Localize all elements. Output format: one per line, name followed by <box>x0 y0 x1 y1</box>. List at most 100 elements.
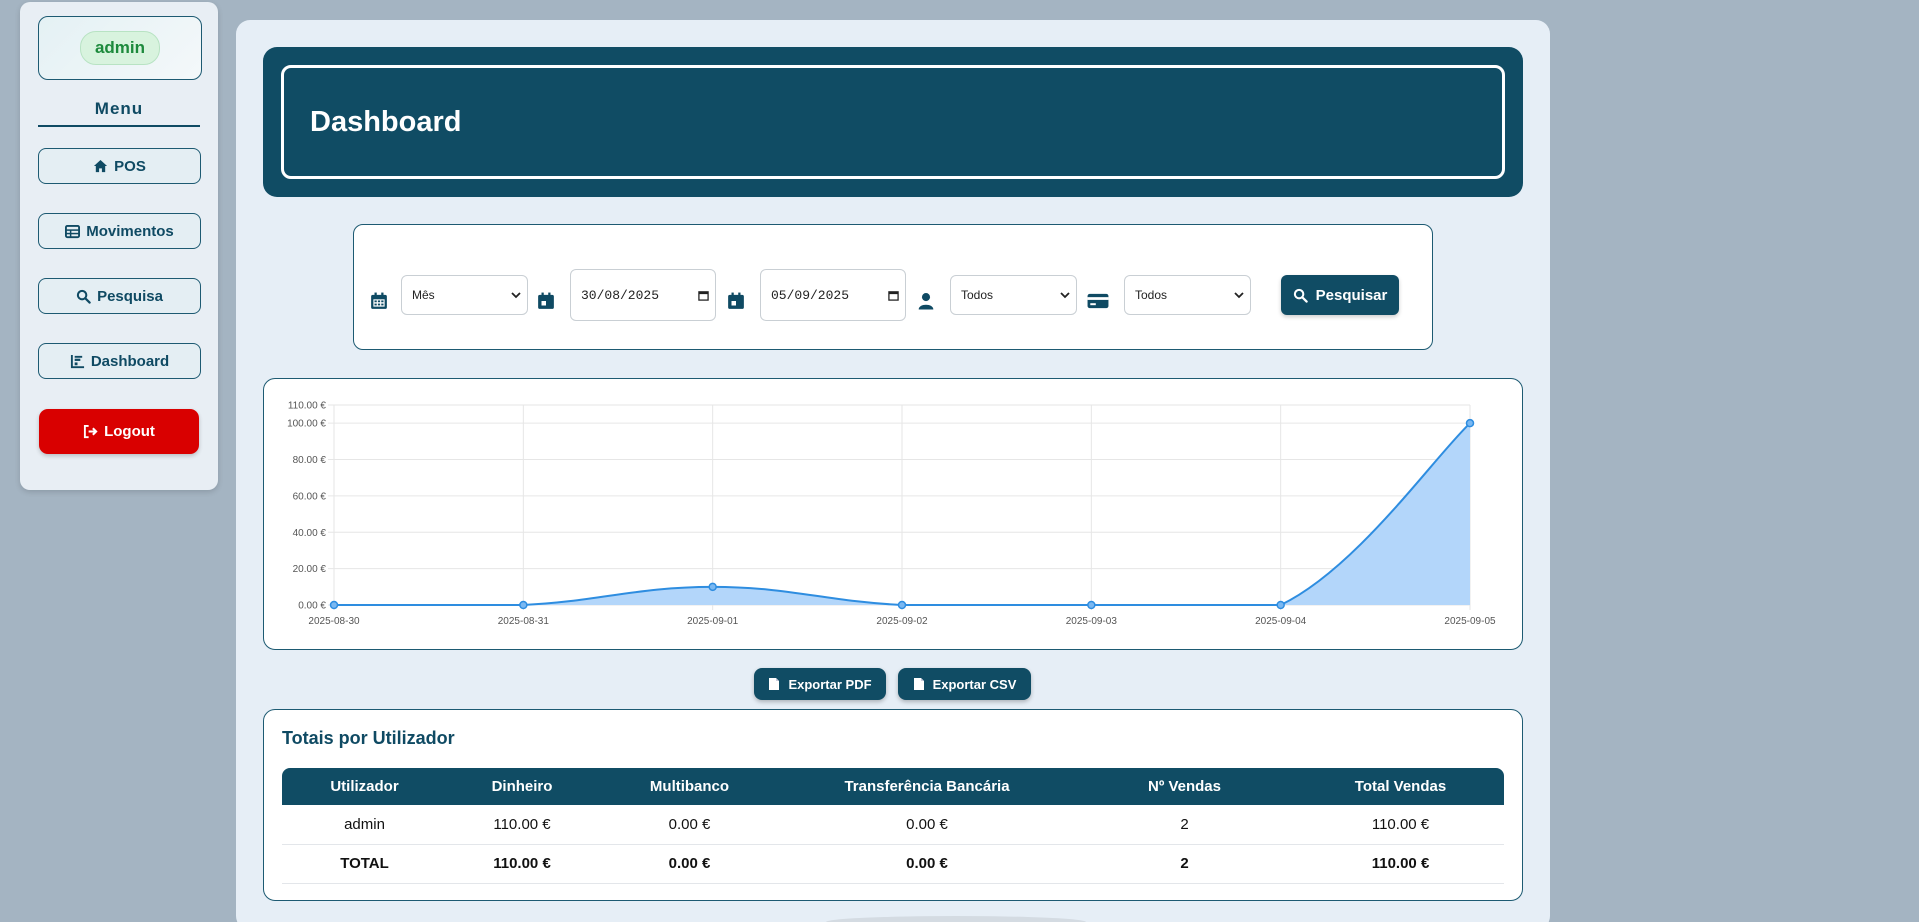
data-point <box>1276 600 1285 610</box>
export-csv-button[interactable]: Exportar CSV <box>898 668 1031 700</box>
sidebar-item-label: Dashboard <box>90 352 170 370</box>
payment-select-value: Todos <box>1135 288 1168 302</box>
y-tick-label: 40.00 € <box>293 528 327 539</box>
user-icon <box>918 293 934 310</box>
sidebar: admin Menu POS Movimentos Pesquisa Dashb… <box>20 2 218 490</box>
export-pdf-button[interactable]: Exportar PDF <box>754 668 886 700</box>
data-point <box>897 600 907 610</box>
pdf-file-icon <box>769 678 780 690</box>
calendar-picker-icon <box>698 290 709 301</box>
column-header: Transferência Bancária <box>782 768 1072 805</box>
data-point <box>708 582 717 592</box>
calendar-day-icon <box>538 292 554 309</box>
table-cell: 0.00 € <box>782 805 1072 845</box>
table-cell: admin <box>282 805 447 845</box>
search-button-label: Pesquisar <box>1315 286 1388 304</box>
data-point <box>329 600 339 610</box>
table-cell: TOTAL <box>282 844 447 884</box>
payment-select[interactable]: Todos <box>1124 275 1251 315</box>
filter-bar: Mês 30/08/2025 05/09/2025 Todos Todos Pe… <box>353 224 1433 350</box>
date-to-input[interactable]: 05/09/2025 <box>760 269 906 321</box>
calendar-icon <box>371 292 387 309</box>
table-row: admin 110.00 € 0.00 € 0.00 € 2 110.00 € <box>282 805 1504 845</box>
column-header: Utilizador <box>282 768 447 805</box>
table-cell: 0.00 € <box>597 844 782 884</box>
page-header: Dashboard <box>263 47 1523 197</box>
period-select[interactable]: Mês <box>401 275 528 315</box>
data-point <box>1465 418 1475 428</box>
footer-shadow <box>826 916 1086 922</box>
chart-icon <box>70 354 84 368</box>
sidebar-item-pesquisa[interactable]: Pesquisa <box>38 278 201 314</box>
chevron-down-icon <box>1234 292 1244 299</box>
page-title: Dashboard <box>310 105 462 138</box>
table-cell: 110.00 € <box>1297 805 1504 845</box>
table-cell: 110.00 € <box>447 805 597 845</box>
x-tick-label: 2025-08-31 <box>498 616 550 627</box>
sidebar-item-label: Movimentos <box>86 222 174 240</box>
y-tick-label: 100.00 € <box>287 419 326 430</box>
user-badge: admin <box>79 31 161 65</box>
csv-file-icon <box>913 678 924 690</box>
sidebar-item-pos[interactable]: POS <box>38 148 201 184</box>
logout-label: Logout <box>104 423 155 440</box>
logout-icon <box>84 424 98 439</box>
table-cell: 110.00 € <box>447 844 597 884</box>
chevron-down-icon <box>1060 292 1070 299</box>
sales-chart-svg: 110.00 € 100.00 € 80.00 € 60.00 € 40.00 € 20.… <box>287 401 1496 628</box>
total-row: TOTAL 110.00 € 0.00 € 0.00 € 2 110.00 € <box>282 844 1504 884</box>
search-icon <box>76 289 91 304</box>
calendar-day-icon <box>728 292 744 309</box>
search-button[interactable]: Pesquisar <box>1281 275 1399 315</box>
calendar-picker-icon <box>888 290 899 301</box>
sidebar-item-label: Pesquisa <box>97 287 163 305</box>
totals-table: Utilizador Dinheiro Multibanco Transferê… <box>282 768 1504 884</box>
export-csv-label: Exportar CSV <box>932 676 1017 692</box>
date-from-input[interactable]: 30/08/2025 <box>570 269 716 321</box>
period-select-value: Mês <box>412 288 435 302</box>
column-header: Multibanco <box>597 768 782 805</box>
table-icon <box>65 224 81 238</box>
credit-card-icon <box>1087 293 1109 309</box>
table-cell: 110.00 € <box>1297 844 1504 884</box>
y-tick-label: 80.00 € <box>293 455 327 466</box>
table-cell: 0.00 € <box>597 805 782 845</box>
sidebar-item-dashboard[interactable]: Dashboard <box>38 343 201 379</box>
y-tick-label: 60.00 € <box>293 491 327 502</box>
logout-button[interactable]: Logout <box>39 409 199 454</box>
date-from-value: 30/08/2025 <box>581 287 660 303</box>
column-header: Dinheiro <box>447 768 597 805</box>
data-point <box>519 600 528 610</box>
sidebar-item-movimentos[interactable]: Movimentos <box>38 213 201 249</box>
table-cell: 2 <box>1072 844 1297 884</box>
x-tick-label: 2025-09-05 <box>1444 616 1496 627</box>
column-header: Total Vendas <box>1297 768 1504 805</box>
y-tick-label: 0.00 € <box>298 601 326 612</box>
x-tick-label: 2025-08-30 <box>308 616 360 627</box>
main-panel: Dashboard Mês 30/08/2025 05/09/2025 Todo… <box>236 20 1550 922</box>
table-header-row: Utilizador Dinheiro Multibanco Transferê… <box>282 768 1504 805</box>
totals-card: Totais por Utilizador Utilizador Dinheir… <box>263 709 1523 901</box>
x-tick-label: 2025-09-04 <box>1255 616 1307 627</box>
search-icon <box>1293 288 1308 303</box>
menu-title: Menu <box>38 99 200 127</box>
x-tick-label: 2025-09-02 <box>876 616 928 627</box>
home-icon <box>94 159 108 172</box>
data-point <box>1087 600 1096 610</box>
table-cell: 2 <box>1072 805 1297 845</box>
x-tick-label: 2025-09-01 <box>687 616 739 627</box>
chevron-down-icon <box>511 292 521 299</box>
user-select[interactable]: Todos <box>950 275 1077 315</box>
column-header: Nº Vendas <box>1072 768 1297 805</box>
sidebar-item-label: POS <box>114 157 146 175</box>
date-to-value: 05/09/2025 <box>771 287 850 303</box>
x-tick-label: 2025-09-03 <box>1066 616 1118 627</box>
totals-title: Totais por Utilizador <box>282 728 455 748</box>
y-tick-label: 110.00 € <box>288 401 327 412</box>
user-select-value: Todos <box>961 288 994 302</box>
table-cell: 0.00 € <box>782 844 1072 884</box>
y-tick-label: 20.00 € <box>293 564 327 575</box>
sales-chart: 110.00 € 100.00 € 80.00 € 60.00 € 40.00 € 20.… <box>263 378 1523 650</box>
page-header-inner: Dashboard <box>281 65 1505 179</box>
export-pdf-label: Exportar PDF <box>788 676 872 692</box>
